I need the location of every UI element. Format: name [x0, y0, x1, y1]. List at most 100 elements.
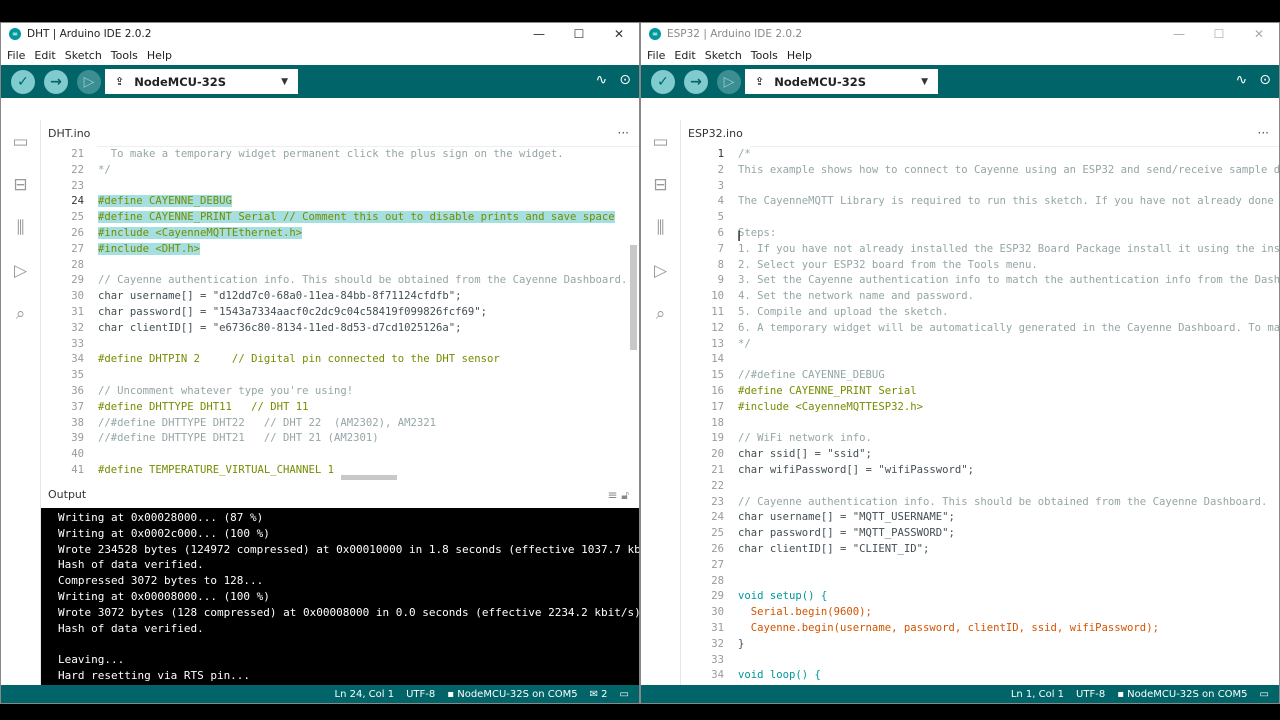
code-line[interactable]: 18: [681, 416, 1279, 432]
clear-output-icon[interactable]: ≡: [607, 488, 617, 502]
maximize-button[interactable]: ☐: [1199, 23, 1239, 45]
code-line[interactable]: 32 char clientID[] = "e6736c80-8134-11ed-…: [41, 321, 639, 337]
library-manager-icon[interactable]: ⫼: [1, 206, 40, 249]
code-line[interactable]: 1 /*: [681, 147, 1279, 163]
board-selector[interactable]: ⇪ NodeMCU-32S ▼: [745, 69, 938, 94]
toggle-panel-icon[interactable]: ▭: [1260, 689, 1269, 700]
code-line[interactable]: 16 #define CAYENNE_PRINT Serial: [681, 384, 1279, 400]
code-editor[interactable]: 21 To make a temporary widget permanent …: [41, 147, 639, 479]
code-line[interactable]: 22: [681, 479, 1279, 495]
verify-button[interactable]: ✓: [11, 69, 35, 94]
code-line[interactable]: 13 */: [681, 337, 1279, 353]
code-line[interactable]: 17 #include <CayenneMQTTESP32.h>: [681, 400, 1279, 416]
code-line[interactable]: 24 #define CAYENNE_DEBUG: [41, 194, 639, 210]
code-line[interactable]: 7 1. If you have not already installed th…: [681, 242, 1279, 258]
code-line[interactable]: 21 char wifiPassword[] = "wifiPassword";: [681, 463, 1279, 479]
code-line[interactable]: 32}: [681, 637, 1279, 653]
code-line[interactable]: 8 2. Select your ESP32 board from the Too…: [681, 258, 1279, 274]
menu-edit[interactable]: Edit: [674, 49, 695, 62]
code-line[interactable]: 30 char username[] = "d12dd7c0-68a0-11ea-…: [41, 289, 639, 305]
debug-icon[interactable]: ▷: [641, 249, 680, 292]
board-selector[interactable]: ⇪ NodeMCU-32S ▼: [105, 69, 298, 94]
code-line[interactable]: 33: [41, 337, 639, 353]
code-line[interactable]: 25 char password[] = "MQTT_PASSWORD";: [681, 526, 1279, 542]
code-line[interactable]: 26 #include <CayenneMQTTEthernet.h>: [41, 226, 639, 242]
code-editor[interactable]: 1 /* 2 This example shows how to connect to…: [681, 147, 1279, 700]
search-icon[interactable]: ⌕: [641, 292, 680, 335]
code-line[interactable]: 31 char password[] = "1543a7334aacf0c2dc9…: [41, 305, 639, 321]
code-line[interactable]: 25 #define CAYENNE_PRINT Serial // Commen…: [41, 210, 639, 226]
code-line[interactable]: 19 // WiFi network info.: [681, 431, 1279, 447]
code-line[interactable]: 30 Serial.begin(9600);: [681, 605, 1279, 621]
code-line[interactable]: 23 // Cayenne authentication info. This s…: [681, 495, 1279, 511]
close-button[interactable]: ✕: [599, 23, 639, 45]
debug-button[interactable]: ▷: [77, 69, 101, 94]
code-line[interactable]: 14: [681, 352, 1279, 368]
menu-help[interactable]: Help: [147, 49, 172, 62]
code-line[interactable]: 9 3. Set the Cayenne authentication info …: [681, 273, 1279, 289]
code-line[interactable]: 39 //#define DHTTYPE DHT21 // DHT 21 (AM2…: [41, 431, 639, 447]
code-line[interactable]: 28: [41, 258, 639, 274]
debug-icon[interactable]: ▷: [1, 249, 40, 292]
board-port-status[interactable]: ▪ NodeMCU-32S on COM5: [447, 689, 577, 700]
maximize-button[interactable]: ☐: [559, 23, 599, 45]
code-line[interactable]: 27: [681, 558, 1279, 574]
code-line[interactable]: 31 Cayenne.begin(username, password, cli…: [681, 621, 1279, 637]
more-icon[interactable]: ···: [1258, 126, 1269, 140]
debug-button[interactable]: ▷: [717, 69, 741, 94]
code-line[interactable]: 36 // Uncomment whatever type you're usin…: [41, 384, 639, 400]
vertical-scrollbar[interactable]: [630, 245, 637, 350]
boards-manager-icon[interactable]: ⊟: [641, 163, 680, 206]
code-line[interactable]: 37 #define DHTTYPE DHT11 // DHT 11: [41, 400, 639, 416]
code-line[interactable]: 21 To make a temporary widget permanent …: [41, 147, 639, 163]
serial-monitor-icon[interactable]: ⊙: [619, 72, 631, 88]
code-line[interactable]: 40: [41, 447, 639, 463]
menu-tools[interactable]: Tools: [751, 49, 778, 62]
code-line[interactable]: 22 */: [41, 163, 639, 179]
code-line[interactable]: 20 char ssid[] = "ssid";: [681, 447, 1279, 463]
serial-plotter-icon[interactable]: ∿: [596, 72, 608, 88]
notifications-badge[interactable]: ✉ 2: [590, 689, 608, 700]
menu-sketch[interactable]: Sketch: [705, 49, 742, 62]
search-icon[interactable]: ⌕: [1, 292, 40, 335]
menu-help[interactable]: Help: [787, 49, 812, 62]
code-line[interactable]: 5: [681, 210, 1279, 226]
library-manager-icon[interactable]: ⫼: [641, 206, 680, 249]
code-line[interactable]: 34 void loop() {: [681, 668, 1279, 684]
code-line[interactable]: 12 6. A temporary widget will be automati…: [681, 321, 1279, 337]
code-line[interactable]: 28: [681, 574, 1279, 590]
tab-esp32-ino[interactable]: ESP32.ino: [681, 120, 750, 147]
menu-file[interactable]: File: [647, 49, 665, 62]
serial-monitor-icon[interactable]: ⊙: [1259, 72, 1271, 88]
close-button[interactable]: ✕: [1239, 23, 1279, 45]
code-line[interactable]: 24 char username[] = "MQTT_USERNAME";: [681, 510, 1279, 526]
code-line[interactable]: 4 The CayenneMQTT Library is required to …: [681, 194, 1279, 210]
verify-button[interactable]: ✓: [651, 69, 675, 94]
boards-manager-icon[interactable]: ⊟: [1, 163, 40, 206]
code-line[interactable]: 3: [681, 179, 1279, 195]
menu-sketch[interactable]: Sketch: [65, 49, 102, 62]
minimize-button[interactable]: —: [519, 23, 559, 45]
code-line[interactable]: 29 void setup() {: [681, 589, 1279, 605]
code-line[interactable]: 11 5. Compile and upload the sketch.: [681, 305, 1279, 321]
code-line[interactable]: 6 Steps:: [681, 226, 1279, 242]
code-line[interactable]: 26 char clientID[] = "CLIENT_ID";: [681, 542, 1279, 558]
code-line[interactable]: 29 // Cayenne authentication info. This s…: [41, 273, 639, 289]
tab-dht-ino[interactable]: DHT.ino: [41, 120, 98, 147]
lock-icon[interactable]: 🔓︎: [621, 488, 629, 502]
menu-file[interactable]: File: [7, 49, 25, 62]
folder-icon[interactable]: ▭: [641, 120, 680, 163]
code-line[interactable]: 38 //#define DHTTYPE DHT22 // DHT 22 (AM2…: [41, 416, 639, 432]
board-port-status[interactable]: ▪ NodeMCU-32S on COM5: [1117, 689, 1247, 700]
serial-plotter-icon[interactable]: ∿: [1236, 72, 1248, 88]
code-line[interactable]: 10 4. Set the network name and password.: [681, 289, 1279, 305]
upload-button[interactable]: →: [684, 69, 708, 94]
code-line[interactable]: 23: [41, 179, 639, 195]
upload-button[interactable]: →: [44, 69, 68, 94]
code-line[interactable]: 33: [681, 653, 1279, 669]
minimize-button[interactable]: —: [1159, 23, 1199, 45]
more-icon[interactable]: ···: [618, 126, 629, 140]
menu-tools[interactable]: Tools: [111, 49, 138, 62]
code-line[interactable]: 35: [41, 368, 639, 384]
toggle-panel-icon[interactable]: ▭: [620, 689, 629, 700]
